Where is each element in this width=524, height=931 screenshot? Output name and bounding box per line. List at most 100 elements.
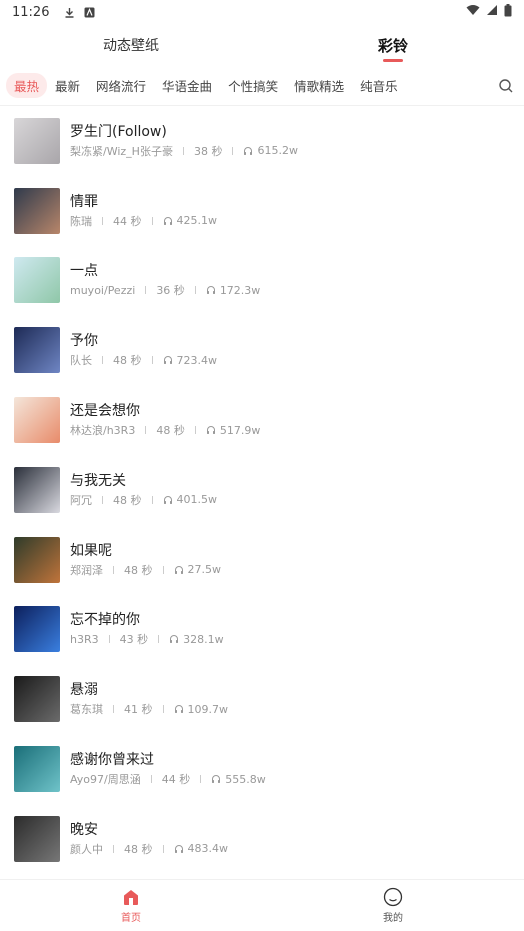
headphones-icon bbox=[174, 565, 183, 574]
ringtone-artist: 颜人中 bbox=[70, 842, 103, 856]
ringtone-meta: 罗生门(Follow) 梨冻紧/Wiz_H张子豪 38 秒 615.2w bbox=[70, 123, 298, 159]
ringtone-duration: 36 秒 bbox=[156, 284, 185, 298]
ringtone-plays: 723.4w bbox=[176, 353, 218, 367]
ringtone-item[interactable]: 悬溺 葛东琪 41 秒 109.7w bbox=[0, 664, 524, 734]
ringtone-item[interactable]: 感谢你曾来过 Ayo97/周思涵 44 秒 555.8w bbox=[0, 734, 524, 804]
status-time: 11:26 bbox=[12, 4, 50, 20]
category-love-songs[interactable]: 情歌精选 bbox=[286, 73, 352, 98]
ringtone-artist: 郑润泽 bbox=[70, 563, 103, 577]
headphones-icon bbox=[163, 216, 172, 225]
album-cover bbox=[14, 676, 60, 723]
divider bbox=[145, 426, 147, 435]
ringtone-title: 还是会想你 bbox=[70, 403, 140, 420]
divider bbox=[162, 705, 164, 714]
ringtone-meta: 还是会想你 林达浪/h3R3 48 秒 517.9w bbox=[70, 402, 260, 438]
divider bbox=[162, 565, 164, 574]
ringtone-item[interactable]: 晚安 颜人中 48 秒 483.4w bbox=[0, 804, 524, 874]
ringtone-duration: 48 秒 bbox=[124, 842, 153, 856]
active-tab-indicator bbox=[383, 59, 403, 62]
album-cover bbox=[14, 606, 60, 653]
category-new[interactable]: 最新 bbox=[47, 73, 88, 98]
headphones-icon bbox=[206, 426, 215, 435]
ringtone-title: 罗生门(Follow) bbox=[70, 123, 167, 140]
divider bbox=[113, 844, 114, 853]
ringtone-info: 队长 48 秒 723.4w bbox=[70, 352, 217, 368]
top-tabs: 动态壁纸 彩铃 bbox=[0, 24, 524, 66]
ringtone-info: 阿冗 48 秒 401.5w bbox=[70, 492, 217, 508]
ringtone-artist: Ayo97/周思涵 bbox=[70, 773, 141, 787]
category-chinese-classics[interactable]: 华语金曲 bbox=[154, 73, 220, 98]
category-pure-music[interactable]: 纯音乐 bbox=[352, 73, 406, 98]
divider bbox=[194, 426, 196, 435]
ringtone-duration: 38 秒 bbox=[193, 144, 223, 158]
ringtone-title: 忘不掉的你 bbox=[70, 612, 140, 629]
status-bar: 11:26 bbox=[0, 0, 524, 24]
ringtone-plays: 27.5w bbox=[187, 563, 222, 577]
ringtone-info: 梨冻紧/Wiz_H张子豪 38 秒 615.2w bbox=[70, 143, 298, 159]
ringtone-title: 晚安 bbox=[70, 821, 98, 838]
category-funny[interactable]: 个性搞笑 bbox=[220, 73, 286, 98]
ringtone-info: h3R3 43 秒 328.1w bbox=[70, 631, 224, 647]
ringtone-item[interactable]: 情罪 陈瑞 44 秒 425.1w bbox=[0, 176, 524, 246]
divider bbox=[232, 146, 234, 155]
ringtone-meta: 晚安 颜人中 48 秒 483.4w bbox=[70, 821, 228, 857]
ringtone-duration: 48 秒 bbox=[156, 424, 185, 438]
divider bbox=[108, 635, 110, 644]
bottom-navigation: 首页 我的 bbox=[0, 879, 524, 931]
ringtone-duration: 48 秒 bbox=[124, 563, 153, 577]
ringtone-item[interactable]: 还是会想你 林达浪/h3R3 48 秒 517.9w bbox=[0, 385, 524, 455]
divider bbox=[102, 216, 103, 225]
ringtone-item[interactable]: 罗生门(Follow) 梨冻紧/Wiz_H张子豪 38 秒 615.2w bbox=[0, 106, 524, 176]
ringtone-duration: 44 秒 bbox=[113, 214, 142, 228]
ringtone-plays: 555.8w bbox=[225, 772, 266, 786]
ringtone-item[interactable]: 一点 muyoi/Pezzi 36 秒 172.3w bbox=[0, 246, 524, 316]
category-internet-popular[interactable]: 网络流行 bbox=[88, 73, 154, 98]
ringtone-info: 颜人中 48 秒 483.4w bbox=[70, 841, 228, 857]
ringtone-meta: 忘不掉的你 h3R3 43 秒 328.1w bbox=[70, 611, 224, 647]
category-hot[interactable]: 最热 bbox=[6, 73, 48, 98]
ringtone-duration: 48 秒 bbox=[113, 493, 142, 507]
headphones-icon bbox=[212, 775, 221, 784]
nav-profile-label: 我的 bbox=[383, 913, 403, 924]
ringtone-artist: 队长 bbox=[70, 354, 92, 368]
app-notification-icon bbox=[83, 6, 95, 18]
nav-home-label: 首页 bbox=[121, 913, 141, 924]
category-bar: 最热 最新 网络流行 华语金曲 个性搞笑 情歌精选 纯音乐 bbox=[0, 66, 524, 106]
divider bbox=[194, 286, 196, 295]
ringtone-info: Ayo97/周思涵 44 秒 555.8w bbox=[70, 771, 266, 787]
tab-ringtone[interactable]: 彩铃 bbox=[262, 24, 524, 66]
wifi-icon bbox=[466, 4, 480, 20]
divider bbox=[102, 495, 103, 504]
ringtone-artist: 陈瑞 bbox=[70, 214, 92, 228]
ringtone-item[interactable]: 予你队长 48 秒 723.4w bbox=[0, 315, 524, 385]
ringtone-info: 葛东琪 41 秒 109.7w bbox=[70, 701, 228, 717]
tab-label: 彩铃 bbox=[377, 36, 408, 55]
search-icon[interactable] bbox=[498, 78, 514, 94]
ringtone-item[interactable]: 如果呢郑润泽 48 秒 27.5w bbox=[0, 525, 524, 595]
ringtone-plays: 401.5w bbox=[176, 493, 218, 507]
divider bbox=[113, 705, 114, 714]
divider bbox=[113, 565, 114, 574]
divider bbox=[162, 844, 164, 853]
ringtone-meta: 感谢你曾来过 Ayo97/周思涵 44 秒 555.8w bbox=[70, 751, 266, 787]
ringtone-artist: 林达浪/h3R3 bbox=[70, 424, 136, 438]
divider bbox=[102, 356, 103, 365]
ringtone-title: 如果呢 bbox=[70, 542, 112, 559]
home-icon bbox=[121, 887, 141, 907]
ringtone-info: 郑润泽 48 秒 27.5w bbox=[70, 562, 221, 578]
headphones-icon bbox=[174, 705, 183, 714]
divider bbox=[200, 775, 202, 784]
ringtone-plays: 172.3w bbox=[219, 283, 261, 297]
headphones-icon bbox=[170, 635, 179, 644]
nav-profile[interactable]: 我的 bbox=[262, 880, 524, 931]
nav-home[interactable]: 首页 bbox=[0, 880, 262, 931]
headphones-icon bbox=[163, 356, 172, 365]
ringtone-item[interactable]: 忘不掉的你 h3R3 43 秒 328.1w bbox=[0, 595, 524, 665]
ringtone-title: 一点 bbox=[70, 263, 98, 280]
divider bbox=[151, 495, 153, 504]
ringtone-title: 予你 bbox=[70, 333, 98, 350]
ringtone-plays: 109.7w bbox=[187, 702, 229, 716]
tab-live-wallpaper[interactable]: 动态壁纸 bbox=[0, 24, 262, 66]
ringtone-item[interactable]: 与我无关 阿冗 48 秒 401.5w bbox=[0, 455, 524, 525]
headphones-icon bbox=[163, 495, 172, 504]
